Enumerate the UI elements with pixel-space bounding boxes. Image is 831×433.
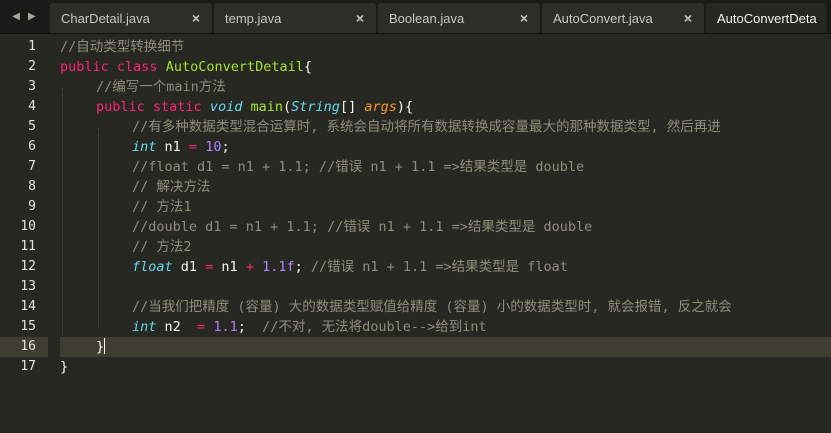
comment: //自动类型转换细节 (60, 39, 185, 55)
line-number: 4 (28, 99, 36, 114)
line-number: 10 (20, 219, 36, 234)
line-number: 14 (20, 299, 36, 314)
line-number: 11 (20, 239, 36, 254)
code-line-15[interactable]: int n2 = 1.1; //不对, 无法将double-->给到int (60, 317, 831, 337)
tab-chardetail[interactable]: CharDetail.java × (50, 3, 212, 33)
comment: //错误 n1 + 1.1 =>结果类型是 float (310, 259, 568, 275)
number: 1.1 (213, 319, 238, 335)
code-editor[interactable]: //自动类型转换细节 public class AutoConvertDetai… (60, 34, 831, 433)
code-line-2[interactable]: public class AutoConvertDetail{ (60, 57, 831, 77)
tab-label: CharDetail.java (61, 10, 150, 26)
tab-label: temp.java (225, 10, 282, 26)
code-line-14[interactable]: //当我们把精度 (容量) 大的数据类型赋值给精度 (容量) 小的数据类型时, … (60, 297, 831, 317)
comment: //编写一个main方法 (96, 79, 226, 95)
tab-temp[interactable]: temp.java × (214, 3, 376, 33)
code-line-12[interactable]: float d1 = n1 + 1.1f; //错误 n1 + 1.1 =>结果… (60, 257, 831, 277)
identifier: d1 (172, 259, 206, 275)
semicolon: ; (294, 259, 311, 275)
comment: //当我们把精度 (容量) 大的数据类型赋值给精度 (容量) 小的数据类型时, … (132, 299, 732, 315)
comment: // 方法1 (132, 199, 192, 215)
param-name: args (364, 99, 397, 115)
code-line-5[interactable]: //有多种数据类型混合运算时, 系统会自动将所有数据转换成容量最大的那种数据类型… (60, 117, 831, 137)
code-line-16[interactable]: } (60, 337, 831, 357)
close-icon[interactable]: × (520, 10, 528, 26)
punct: ( (283, 99, 292, 115)
type: float (132, 259, 173, 275)
code-line-17[interactable]: } (60, 357, 831, 377)
keyword: class (116, 59, 158, 75)
tab-label: Boolean.java (389, 10, 465, 26)
class-name: AutoConvertDetail (165, 59, 304, 75)
tab-autoconvert[interactable]: AutoConvert.java × (542, 3, 704, 33)
tab-scroll-left-icon[interactable]: ◀ (12, 11, 20, 22)
code-line-4[interactable]: public static void main(String[] args){ (60, 97, 831, 117)
line-number-current: 16 (0, 337, 48, 357)
code-line-13[interactable] (60, 277, 831, 297)
line-number: 7 (28, 159, 36, 174)
comment: // 方法2 (132, 239, 192, 255)
line-number: 3 (28, 79, 36, 94)
return-type: void (209, 99, 243, 115)
code-line-3[interactable]: //编写一个main方法 (60, 77, 831, 97)
punct: ){ (396, 99, 414, 115)
line-number: 8 (28, 179, 36, 194)
identifier: n1 (156, 139, 189, 155)
comment: //double d1 = n1 + 1.1; //错误 n1 + 1.1 =>… (132, 219, 593, 235)
semicolon: ; (221, 139, 230, 155)
closing-brace: } (60, 359, 69, 375)
tab-bar: ◀ ▶ CharDetail.java × temp.java × Boolea… (0, 0, 831, 34)
line-number: 2 (28, 59, 36, 74)
brace: { (303, 59, 313, 75)
tab-scroll-right-icon[interactable]: ▶ (28, 11, 36, 22)
line-number: 15 (20, 319, 36, 334)
comment: //有多种数据类型混合运算时, 系统会自动将所有数据转换成容量最大的那种数据类型… (132, 119, 721, 135)
type: int (132, 319, 157, 335)
comment: //float d1 = n1 + 1.1; //错误 n1 + 1.1 =>结… (132, 159, 585, 175)
method-name: main (250, 99, 284, 115)
tab-boolean[interactable]: Boolean.java × (378, 3, 540, 33)
line-number: 1 (28, 39, 36, 54)
code-line-6[interactable]: int n1 = 10; (60, 137, 831, 157)
operator: = (188, 139, 198, 155)
code-line-1[interactable]: //自动类型转换细节 (60, 37, 831, 57)
identifier: n2 (156, 319, 198, 335)
tab-label: AutoConvertDeta (717, 10, 817, 26)
operator: = (197, 319, 206, 335)
type: int (132, 139, 157, 155)
operator: + (245, 259, 254, 275)
param-type: String (291, 99, 340, 115)
keyword: static (152, 99, 202, 115)
text-cursor (104, 338, 106, 354)
line-number-gutter: 1 2 3 4 5 6 7 8 9 10 11 12 13 14 15 16 1… (0, 34, 48, 433)
line-number: 5 (28, 119, 36, 134)
keyword: public (96, 99, 145, 115)
keyword: public (60, 59, 109, 75)
line-number: 12 (20, 259, 36, 274)
closing-brace: } (96, 339, 105, 355)
code-line-10[interactable]: //double d1 = n1 + 1.1; //错误 n1 + 1.1 =>… (60, 217, 831, 237)
close-icon[interactable]: × (356, 10, 364, 26)
close-icon[interactable]: × (192, 10, 200, 26)
code-line-9[interactable]: // 方法1 (60, 197, 831, 217)
close-icon[interactable]: × (684, 10, 692, 26)
line-number: 6 (28, 139, 36, 154)
line-number: 13 (20, 279, 36, 294)
tab-label: AutoConvert.java (553, 10, 653, 26)
code-line-11[interactable]: // 方法2 (60, 237, 831, 257)
number: 1.1f (262, 259, 295, 275)
line-number: 17 (20, 359, 36, 374)
number: 10 (205, 139, 222, 155)
line-number: 9 (28, 199, 36, 214)
identifier: n1 (213, 259, 246, 275)
tab-autoconvertdetail[interactable]: AutoConvertDeta (706, 3, 826, 33)
comment: // 解决方法 (132, 179, 211, 195)
code-line-8[interactable]: // 解决方法 (60, 177, 831, 197)
tab-navigation: ◀ ▶ (0, 0, 48, 33)
punct: [] (339, 99, 365, 115)
code-line-7[interactable]: //float d1 = n1 + 1.1; //错误 n1 + 1.1 =>结… (60, 157, 831, 177)
comment: //不对, 无法将double-->给到int (262, 319, 487, 335)
semicolon: ; (237, 319, 263, 335)
